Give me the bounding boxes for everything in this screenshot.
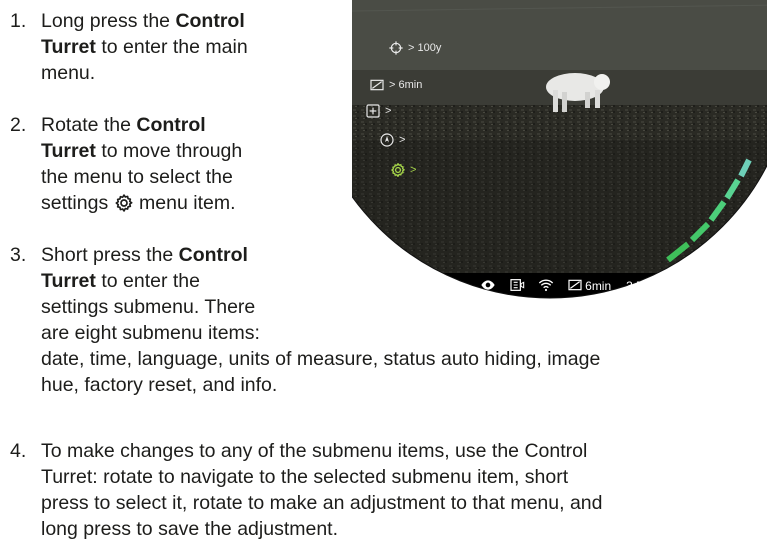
- step-text-line: press to select it, rotate to make an ad…: [41, 492, 603, 514]
- scope-menu-item: > 6min: [369, 77, 422, 93]
- step-number: 2.: [10, 114, 27, 136]
- status-zoom: 3.5×: [626, 279, 650, 293]
- step-text-line: Rotate the Control: [41, 114, 206, 136]
- step-text-line: the menu to select the: [41, 166, 233, 188]
- step-text-line: settings menu item.: [41, 192, 236, 214]
- scope-menu-item: >: [365, 103, 391, 119]
- step-text-line: long press to save the adjustment.: [41, 518, 339, 540]
- step-text-line: Long press the Control: [41, 10, 245, 32]
- scope-menu-item: >: [379, 132, 405, 148]
- step-text-line: Turret to enter the: [41, 270, 200, 292]
- step-number: 4.: [10, 440, 27, 462]
- gear-icon: [390, 162, 406, 178]
- compass-icon: [379, 132, 395, 148]
- eye-icon: [480, 277, 496, 296]
- scope-menu-label: >: [385, 105, 392, 117]
- gear-icon: [114, 193, 134, 213]
- step-text-line: settings submenu. There: [41, 296, 256, 318]
- video-icon: [509, 277, 525, 296]
- step-number: 3.: [10, 244, 27, 266]
- status-wifi: [538, 277, 554, 296]
- step-text-line: Turret to enter the main: [41, 36, 248, 58]
- step-text-line: hue, factory reset, and info.: [41, 374, 278, 396]
- step-text-line: To make changes to any of the submenu it…: [41, 440, 588, 462]
- status-eye: [480, 277, 496, 296]
- wifi-icon: [538, 277, 554, 296]
- step-text-line: Short press the Control: [41, 244, 248, 266]
- step-text-line: are eight submenu items:: [41, 322, 260, 344]
- scope-menu-label: >: [399, 134, 406, 146]
- step-text-line: date, time, language, units of measure, …: [41, 348, 601, 370]
- step-text-line: Turret: rotate to navigate to the select…: [41, 466, 569, 488]
- grid-plus-icon: [365, 103, 381, 119]
- status-display-timer: 6min: [567, 277, 611, 296]
- display-timer-icon: [567, 277, 583, 296]
- scope-menu-item: >: [390, 162, 416, 178]
- scope-menu-item: > 100y: [388, 40, 441, 56]
- scope-status-bar: 6min 3.5×: [352, 273, 767, 299]
- display-timer-icon: [369, 77, 385, 93]
- scope-view: > 100y > 6min > > > 6min 3.5×: [352, 0, 767, 300]
- step-number: 1.: [10, 10, 27, 32]
- step-text-line: Turret to move through: [41, 140, 243, 162]
- crosshair-icon: [388, 40, 404, 56]
- step-text-line: menu.: [41, 62, 96, 84]
- status-video: [509, 277, 525, 296]
- scope-menu-label: >: [410, 164, 417, 176]
- scope-menu-label: > 100y: [408, 42, 442, 54]
- scope-menu-label: > 6min: [389, 79, 423, 91]
